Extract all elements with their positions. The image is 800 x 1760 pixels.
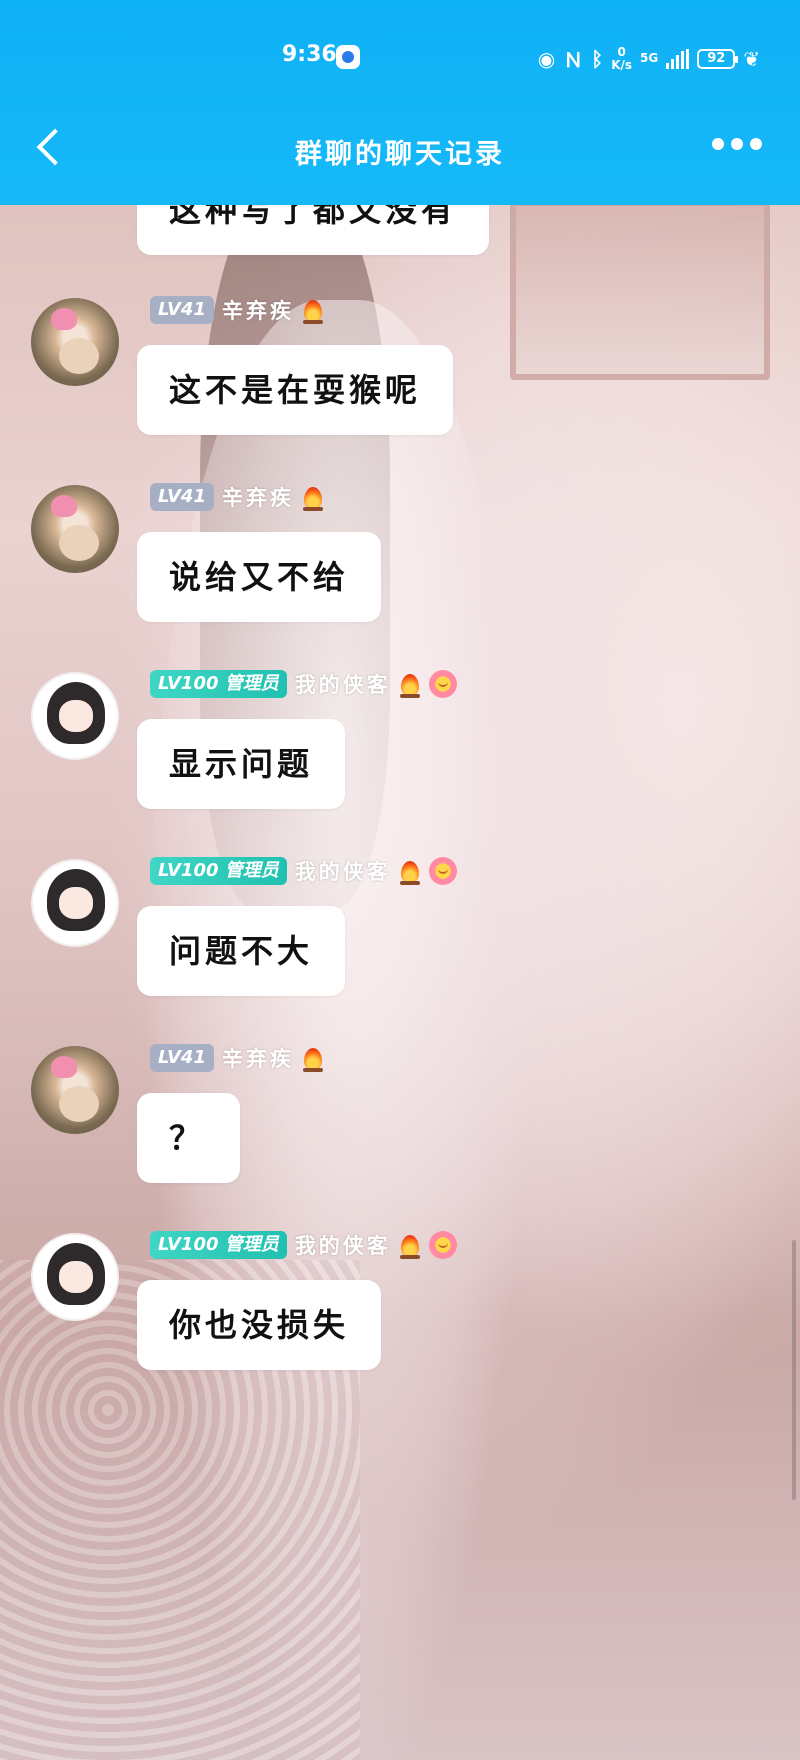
status-bar: 9:36 ◉ Ｎ ᛒ 0 K/s 5G 92 ❦ [0,38,800,78]
message-meta: LV100 管理员 我的侠客 [150,669,457,699]
sender-name[interactable]: 我的侠客 [295,856,391,886]
message-item: LV100 管理员 我的侠客 你也没损失 [0,1230,800,1390]
sender-name[interactable]: 我的侠客 [295,1230,391,1260]
level-badge: LV100 管理员 [150,857,287,885]
nfc-icon: Ｎ [563,48,584,72]
message-meta: LV100 管理员 我的侠客 [150,1230,457,1260]
fire-icon [399,670,421,698]
message-item: LV100 管理员 我的侠客 显示问题 [0,669,800,829]
sender-name[interactable]: 辛弃疾 [222,295,294,325]
app-notification-icon [336,45,360,69]
leaf-icon: ❦ [743,46,760,71]
girl-avatar[interactable] [31,1233,119,1321]
level-badge: LV41 [150,483,214,511]
page-title: 群聊的聊天记录 [295,139,505,170]
status-icons: ◉ Ｎ ᛒ 0 K/s 5G 92 ❦ [538,44,760,73]
message-meta: LV41 辛弃疾 [150,1043,324,1073]
message-bubble[interactable]: 说给又不给 [137,532,382,622]
eye-icon: ◉ [537,46,556,71]
sender-name[interactable]: 我的侠客 [295,669,391,699]
message-bubble[interactable]: 这不是在耍猴呢 [137,345,454,435]
cat-avatar[interactable] [31,485,119,573]
sender-name[interactable]: 辛弃疾 [222,1043,294,1073]
message-item: LV41 辛弃疾 这不是在耍猴呢 [0,295,800,455]
scrollbar[interactable] [792,1240,796,1500]
level-value: LV100 [158,673,219,694]
role-label: 管理员 [224,1234,279,1255]
network-speed-unit: K/s [611,57,633,72]
role-label: 管理员 [224,860,279,881]
network-type: 5G [640,51,659,65]
sender-name[interactable]: 辛弃疾 [222,482,294,512]
girl-avatar[interactable] [31,859,119,947]
fire-icon [302,483,324,511]
cat-avatar[interactable] [31,298,119,386]
message-bubble-partial: 这种写了都又没有 [137,205,490,255]
message-meta: LV41 辛弃疾 [150,482,324,512]
flower-emoji-icon [428,1231,457,1259]
flower-emoji-icon [428,670,457,698]
fire-icon [399,857,421,885]
level-badge: LV100 管理员 [150,1231,287,1259]
level-badge: LV41 [150,1044,214,1072]
network-speed: 0 K/s [611,44,633,72]
message-meta: LV41 辛弃疾 [150,295,324,325]
flower-emoji-icon [428,857,457,885]
message-meta: LV100 管理员 我的侠客 [150,856,457,886]
message-item: LV41 辛弃疾 ？ [0,1043,800,1203]
status-time: 9:36 [282,42,337,67]
fire-icon [302,1044,324,1072]
girl-avatar[interactable] [31,672,119,760]
message-bubble[interactable]: 你也没损失 [137,1280,382,1370]
level-value: LV100 [158,1234,219,1255]
level-badge: LV41 [150,296,214,324]
signal-icon [666,48,690,69]
role-label: 管理员 [224,673,279,694]
bluetooth-icon: ᛒ [591,46,604,71]
message-bubble[interactable]: 问题不大 [137,906,346,996]
chat-history[interactable]: 这种写了都又没有 LV41 辛弃疾 这不是在耍猴呢 LV41 辛弃疾 说给又不给… [0,205,800,1760]
level-value: LV100 [158,860,219,881]
battery-icon: 92 [697,48,739,69]
fire-icon [399,1231,421,1259]
fire-icon [302,296,324,324]
network-speed-value: 0 [617,44,626,59]
level-badge: LV100 管理员 [150,670,287,698]
message-bubble[interactable]: 显示问题 [137,719,346,809]
message-item: LV41 辛弃疾 说给又不给 [0,482,800,642]
message-item: LV100 管理员 我的侠客 问题不大 [0,856,800,1016]
top-bar: 9:36 ◉ Ｎ ᛒ 0 K/s 5G 92 ❦ 群聊的聊天记录 [0,0,800,205]
more-dots-icon[interactable] [712,138,762,150]
cat-avatar[interactable] [31,1046,119,1134]
message-bubble[interactable]: ？ [137,1093,240,1183]
